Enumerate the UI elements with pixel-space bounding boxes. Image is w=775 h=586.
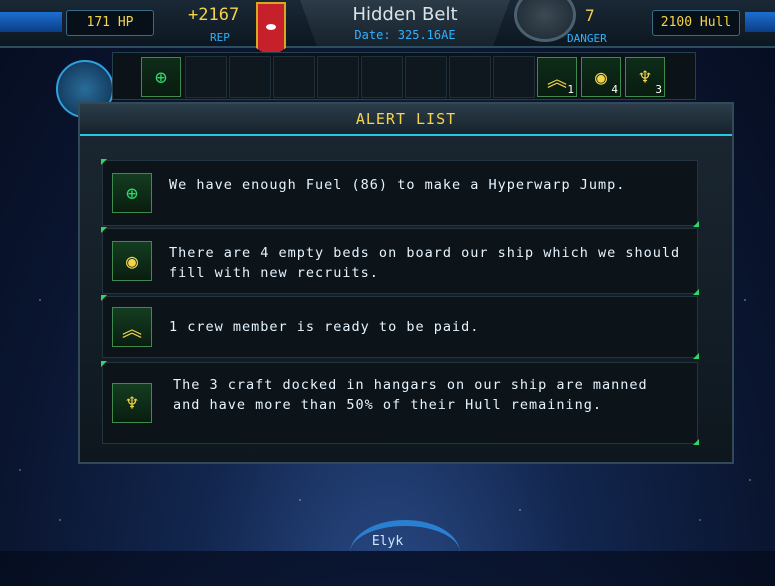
- alert-text: 1 crew member is ready to be paid.: [169, 319, 480, 335]
- rank-chevron-icon: ︽: [112, 307, 152, 347]
- empty-slot: [273, 56, 315, 98]
- empty-slot: [405, 56, 447, 98]
- panel-header: ALERT LIST: [80, 104, 732, 136]
- empty-slot: [317, 56, 359, 98]
- slot-count: 3: [655, 83, 662, 96]
- alert-item[interactable]: ⊕ We have enough Fuel (86) to make a Hyp…: [101, 159, 699, 227]
- danger-value: 7: [585, 6, 595, 25]
- empty-slot: [185, 56, 227, 98]
- game-date: Date: 325.16AE: [354, 28, 456, 42]
- alert-text: The 3 craft docked in hangars on our shi…: [173, 377, 648, 413]
- empty-slot: [449, 56, 491, 98]
- faction-banner-icon[interactable]: [256, 2, 286, 58]
- crew-helmet-icon[interactable]: ◉ 4: [581, 57, 621, 97]
- hyperwarp-icon[interactable]: ⊕: [141, 57, 181, 97]
- hp-bar-cap: [0, 12, 62, 32]
- alert-slot-bar: ⊕ ︽ 1 ◉ 4 ♆ 3: [112, 52, 696, 100]
- hyperwarp-icon: ⊕: [112, 173, 152, 213]
- craft-shield-icon: ♆: [112, 383, 152, 423]
- location-name: Hidden Belt: [352, 4, 458, 25]
- alert-text: We have enough Fuel (86) to make a Hyper…: [169, 177, 626, 193]
- empty-slot: [493, 56, 535, 98]
- hull-bar-cap: [745, 12, 775, 32]
- empty-slot: [229, 56, 271, 98]
- rep-label: REP: [210, 31, 230, 44]
- alert-list-panel: ALERT LIST ⊕ We have enough Fuel (86) to…: [78, 102, 734, 464]
- slot-count: 4: [611, 83, 618, 96]
- hull-readout: 2100 Hull: [652, 10, 740, 36]
- player-name: Elyk: [371, 534, 404, 549]
- hp-readout: 171 HP: [66, 10, 154, 36]
- rank-chevron-icon[interactable]: ︽ 1: [537, 57, 577, 97]
- empty-slot: [361, 56, 403, 98]
- crew-helmet-icon: ◉: [112, 241, 152, 281]
- danger-label: DANGER: [567, 32, 607, 45]
- rep-value: +2167: [188, 5, 240, 25]
- player-badge-arc: [350, 520, 460, 586]
- alert-item[interactable]: ◉ There are 4 empty beds on board our sh…: [101, 227, 699, 295]
- craft-shield-icon[interactable]: ♆ 3: [625, 57, 665, 97]
- alert-item[interactable]: ♆ The 3 craft docked in hangars on our s…: [101, 361, 699, 445]
- panel-title: ALERT LIST: [355, 110, 457, 128]
- alert-item[interactable]: ︽ 1 crew member is ready to be paid.: [101, 295, 699, 359]
- top-hud: 171 HP +2167 REP Hidden Belt Date: 325.1…: [0, 0, 775, 58]
- slot-count: 1: [567, 83, 574, 96]
- alert-text: There are 4 empty beds on board our ship…: [169, 245, 681, 281]
